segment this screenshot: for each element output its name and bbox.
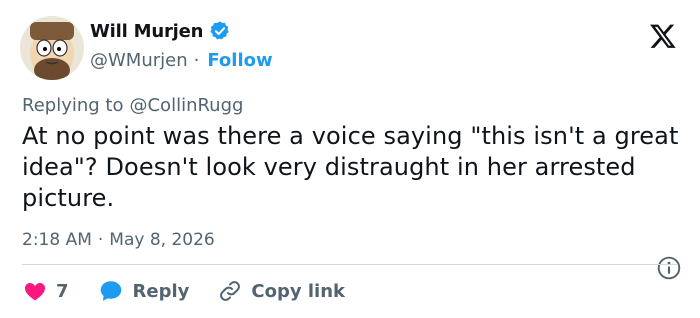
timestamp-separator: · <box>97 230 104 250</box>
replying-to-label: Replying to <box>22 94 124 116</box>
tweet-text: At no point was there a voice saying "th… <box>22 122 679 212</box>
like-count: 7 <box>56 280 69 302</box>
x-logo-icon[interactable] <box>648 22 678 50</box>
heart-icon <box>25 283 45 301</box>
follow-button[interactable]: Follow <box>207 50 272 71</box>
replying-to: Replying to @CollinRugg <box>22 93 243 117</box>
author-name-row: Will Murjen <box>90 18 231 44</box>
verified-badge-icon <box>210 21 229 40</box>
divider <box>22 264 678 265</box>
author-name[interactable]: Will Murjen <box>90 21 203 42</box>
author-handle[interactable]: @WMurjen <box>90 50 188 71</box>
info-icon[interactable] <box>656 255 682 281</box>
reply-button[interactable]: Reply <box>97 278 190 304</box>
author-handle-row: @WMurjen · Follow <box>90 48 273 72</box>
copy-link-label: Copy link <box>251 280 345 302</box>
like-button[interactable]: 7 <box>22 279 69 303</box>
link-icon <box>220 281 241 301</box>
tweet-timestamp[interactable]: 2:18 AM · May 8, 2026 <box>22 228 215 252</box>
reply-bubble-icon <box>100 281 121 301</box>
tweet-time: 2:18 AM <box>22 230 92 250</box>
avatar[interactable] <box>20 16 84 80</box>
action-bar: 7 Reply Copy link <box>22 276 373 306</box>
separator-dot: · <box>193 49 200 71</box>
reply-mention-link[interactable]: @CollinRugg <box>129 95 243 116</box>
copy-link-button[interactable]: Copy link <box>217 279 345 303</box>
reply-label: Reply <box>132 280 190 302</box>
avatar-image <box>20 16 84 80</box>
tweet-date: May 8, 2026 <box>109 230 215 250</box>
